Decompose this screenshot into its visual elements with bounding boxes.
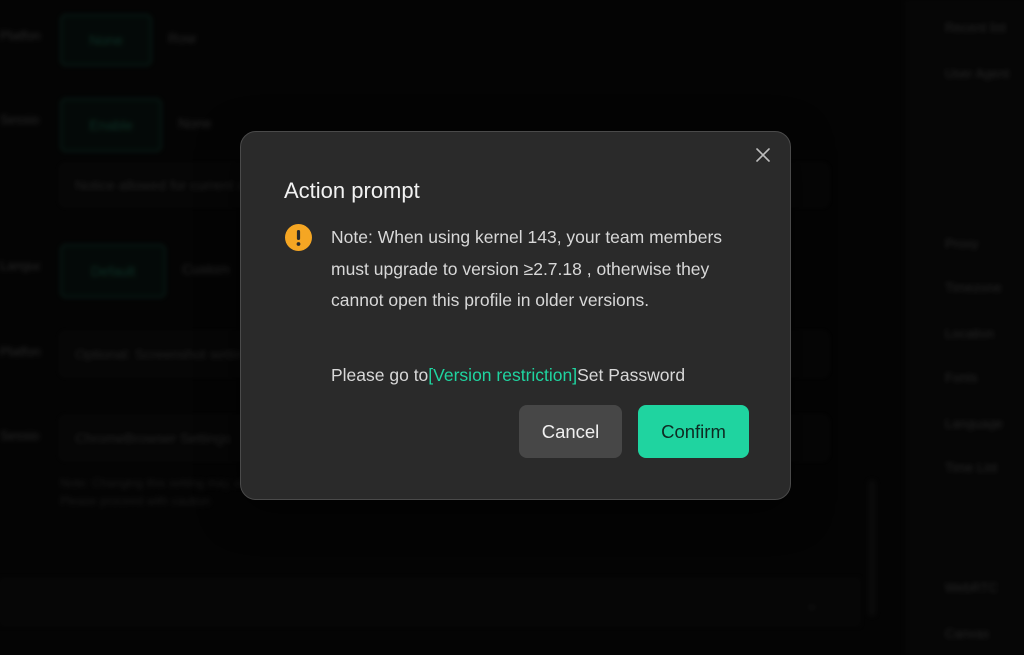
goto-line: Please go to[Version restriction]Set Pas… — [331, 361, 685, 389]
action-prompt-dialog: Action prompt Note: When using kernel 14… — [240, 131, 791, 500]
close-icon[interactable] — [754, 146, 772, 164]
dialog-message: Note: When using kernel 143, your team m… — [331, 227, 723, 310]
version-restriction-link[interactable]: [Version restriction] — [428, 365, 577, 385]
goto-prefix: Please go to — [331, 365, 429, 385]
warning-icon — [285, 224, 312, 251]
confirm-button[interactable]: Confirm — [638, 405, 749, 458]
app-window: Platform None Row Session Enable None No… — [0, 0, 1024, 655]
goto-suffix: Set Password — [577, 365, 686, 385]
cancel-button[interactable]: Cancel — [519, 405, 622, 458]
dialog-title: Action prompt — [284, 178, 420, 203]
